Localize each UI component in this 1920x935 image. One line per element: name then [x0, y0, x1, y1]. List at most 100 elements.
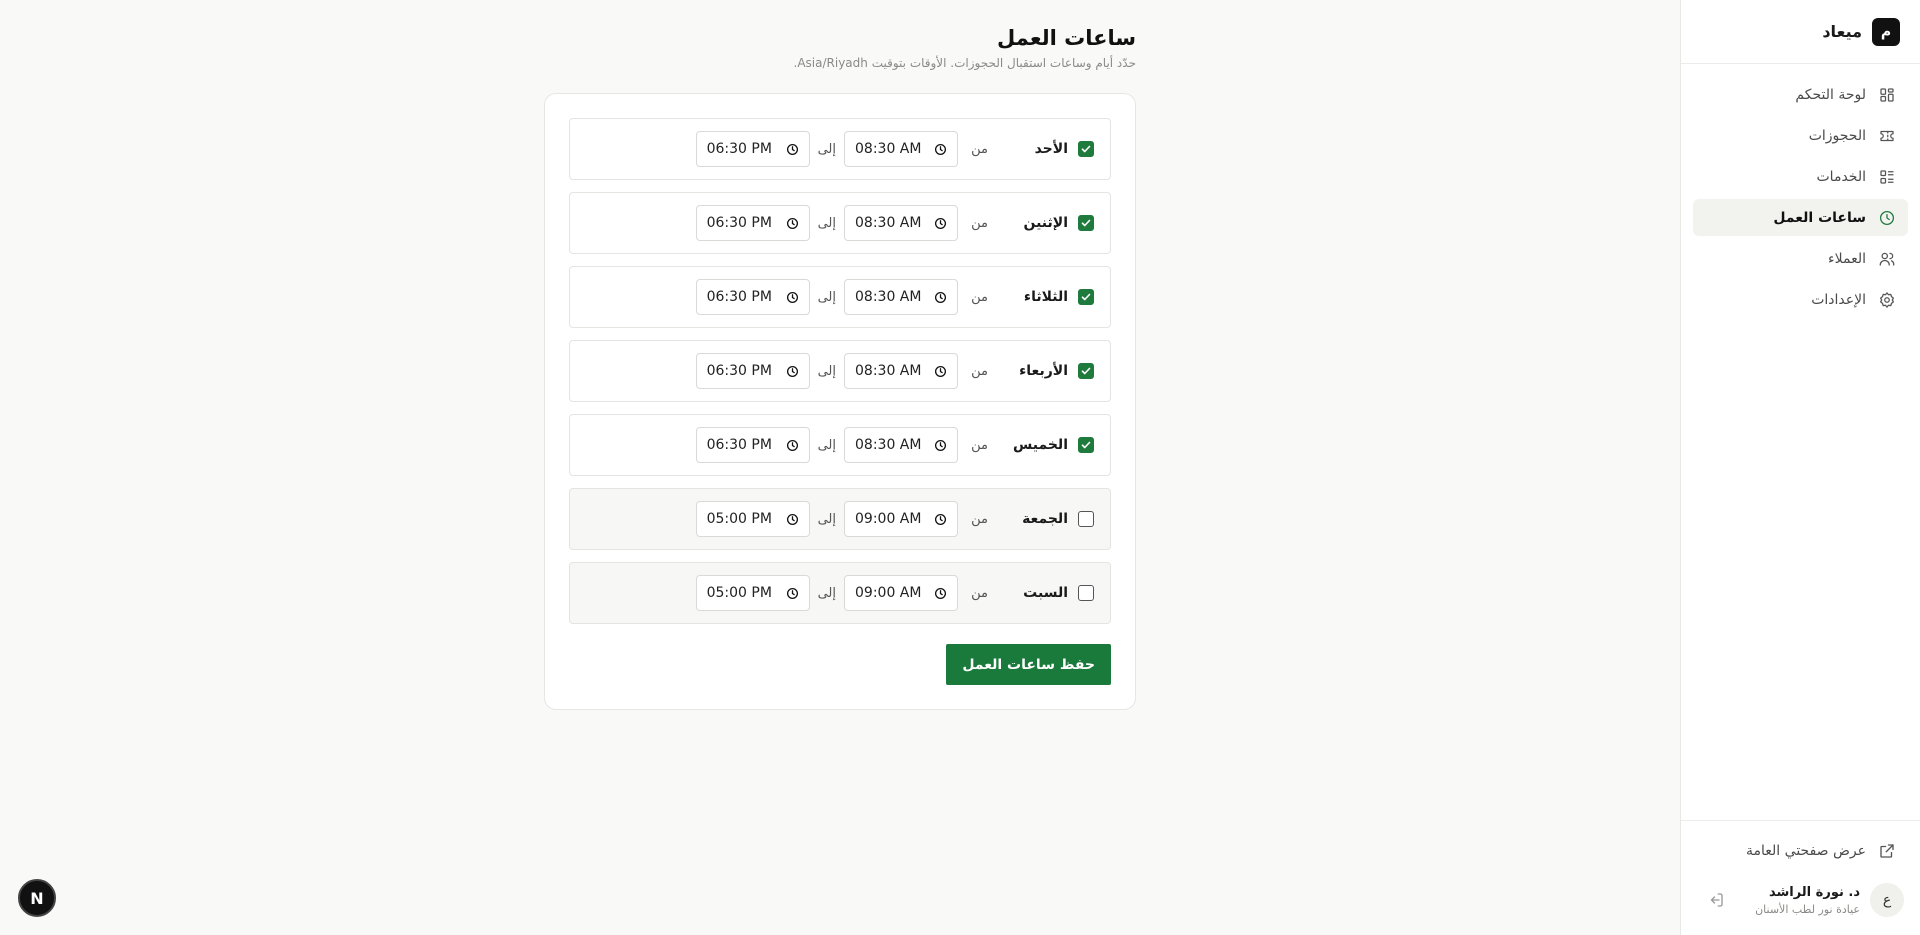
external-link-icon	[1880, 844, 1894, 858]
to-label: إلى	[817, 511, 836, 527]
to-label: إلى	[817, 289, 836, 305]
end-time-input[interactable]: 06:30 PM	[695, 131, 810, 167]
start-time-value: 08:30 AM	[855, 363, 922, 379]
brand-name: ميعاد	[1822, 22, 1862, 41]
day-row: الأحد من 08:30 AM إلى 06:30 PM	[569, 118, 1111, 180]
clock-icon	[786, 513, 798, 525]
page-subtitle: حدّد أيام وساعات استقبال الحجوزات. الأوق…	[793, 56, 1136, 70]
clock-icon	[786, 365, 798, 377]
end-time-value: 06:30 PM	[706, 141, 772, 157]
public-page-link[interactable]: عرض صفحتي العامة	[1693, 833, 1908, 869]
day-row: الأربعاء من 08:30 AM إلى 06:30 PM	[569, 340, 1111, 402]
sidebar-item-5[interactable]: الإعدادات	[1693, 281, 1908, 318]
from-label: من	[971, 585, 988, 601]
sidebar-item-label: العملاء	[1828, 250, 1866, 267]
day-row: السبت من 09:00 AM إلى 05:00 PM	[569, 562, 1111, 624]
clock-icon	[934, 217, 947, 229]
end-time-input[interactable]: 06:30 PM	[695, 279, 810, 315]
start-time-input[interactable]: 08:30 AM	[844, 279, 958, 315]
start-time-value: 08:30 AM	[855, 141, 922, 157]
sidebar-item-4[interactable]: العملاء	[1693, 240, 1908, 277]
sidebar-nav: لوحة التحكم الحجوزات الخدمات ساعات العمل الع…	[1681, 64, 1920, 330]
avatar: ع	[1870, 883, 1904, 917]
to-label: إلى	[817, 585, 836, 601]
hours-card: الأحد من 08:30 AM إلى 06:30 PM الإثنين من 08:30…	[544, 93, 1136, 710]
end-time-input[interactable]: 05:00 PM	[695, 501, 810, 537]
check-icon	[1081, 145, 1091, 153]
start-time-input[interactable]: 08:30 AM	[844, 205, 958, 241]
start-time-input[interactable]: 08:30 AM	[844, 131, 958, 167]
sidebar-item-label: الإعدادات	[1811, 291, 1866, 308]
check-icon	[1081, 441, 1091, 449]
sidebar-footer: عرض صفحتي العامة ع د. نورة الراشد عيادة …	[1681, 820, 1920, 935]
brand[interactable]: م ميعاد	[1681, 0, 1920, 64]
day-row: الثلاثاء من 08:30 AM إلى 06:30 PM	[569, 266, 1111, 328]
start-time-value: 09:00 AM	[855, 511, 922, 527]
days-list: الأحد من 08:30 AM إلى 06:30 PM الإثنين من 08:30…	[569, 118, 1111, 624]
clock-icon	[934, 143, 947, 155]
day-name: الثلاثاء	[1023, 289, 1068, 305]
day-enabled-checkbox[interactable]	[1078, 511, 1094, 527]
end-time-value: 06:30 PM	[706, 289, 772, 305]
from-label: من	[971, 437, 988, 453]
clock-icon	[1879, 210, 1895, 225]
from-label: من	[971, 215, 988, 231]
end-time-value: 05:00 PM	[706, 511, 772, 527]
start-time-input[interactable]: 09:00 AM	[844, 501, 958, 537]
save-hours-button[interactable]: حفظ ساعات العمل	[946, 644, 1111, 685]
user-info: د. نورة الراشد عيادة نور لطب الأسنان	[1735, 885, 1860, 916]
day-row: الإثنين من 08:30 AM إلى 06:30 PM	[569, 192, 1111, 254]
day-row: الخميس من 08:30 AM إلى 06:30 PM	[569, 414, 1111, 476]
end-time-input[interactable]: 06:30 PM	[695, 427, 810, 463]
start-time-input[interactable]: 08:30 AM	[844, 353, 958, 389]
end-time-input[interactable]: 06:30 PM	[695, 353, 810, 389]
clock-icon	[786, 143, 798, 155]
day-enabled-checkbox[interactable]	[1078, 215, 1094, 231]
day-enabled-checkbox[interactable]	[1078, 437, 1094, 453]
start-time-value: 08:30 AM	[855, 289, 922, 305]
end-time-input[interactable]: 06:30 PM	[695, 205, 810, 241]
clock-icon	[934, 365, 947, 377]
start-time-input[interactable]: 08:30 AM	[844, 427, 958, 463]
start-time-value: 08:30 AM	[855, 437, 922, 453]
sidebar-item-0[interactable]: لوحة التحكم	[1693, 76, 1908, 113]
end-time-input[interactable]: 05:00 PM	[695, 575, 810, 611]
day-name: الخميس	[1012, 437, 1068, 453]
day-name: الأربعاء	[1019, 363, 1068, 379]
end-time-value: 06:30 PM	[706, 437, 772, 453]
to-label: إلى	[817, 141, 836, 157]
day-enabled-checkbox[interactable]	[1078, 289, 1094, 305]
gear-icon	[1879, 291, 1895, 308]
from-label: من	[971, 511, 988, 527]
day-enabled-checkbox[interactable]	[1078, 585, 1094, 601]
clock-icon	[786, 291, 798, 303]
page-title: ساعات العمل	[997, 26, 1136, 50]
to-label: إلى	[817, 437, 836, 453]
sidebar-item-label: ساعات العمل	[1773, 209, 1866, 226]
sidebar-item-3[interactable]: ساعات العمل	[1693, 199, 1908, 236]
list-icon	[1880, 169, 1894, 184]
from-label: من	[971, 289, 988, 305]
day-enabled-checkbox[interactable]	[1078, 363, 1094, 379]
clock-icon	[786, 587, 798, 599]
clock-icon	[934, 513, 947, 525]
users-icon	[1879, 252, 1895, 266]
check-icon	[1081, 293, 1091, 301]
start-time-input[interactable]: 09:00 AM	[844, 575, 958, 611]
clock-icon	[934, 439, 947, 451]
start-time-value: 08:30 AM	[855, 215, 922, 231]
clock-icon	[934, 291, 947, 303]
sidebar: م ميعاد لوحة التحكم الحجوزات الخدمات ساعات …	[1680, 0, 1920, 935]
day-name: السبت	[1023, 585, 1068, 601]
end-time-value: 06:30 PM	[706, 215, 772, 231]
day-row: الجمعة من 09:00 AM إلى 05:00 PM	[569, 488, 1111, 550]
day-enabled-checkbox[interactable]	[1078, 141, 1094, 157]
public-link-label: عرض صفحتي العامة	[1746, 843, 1866, 859]
sidebar-item-2[interactable]: الخدمات	[1693, 158, 1908, 195]
ticket-icon	[1880, 130, 1894, 141]
check-icon	[1081, 367, 1091, 375]
day-name: الأحد	[1034, 141, 1068, 157]
dev-tools-badge[interactable]: N	[18, 879, 56, 917]
sidebar-item-1[interactable]: الحجوزات	[1693, 117, 1908, 154]
logout-icon[interactable]	[1707, 891, 1725, 909]
